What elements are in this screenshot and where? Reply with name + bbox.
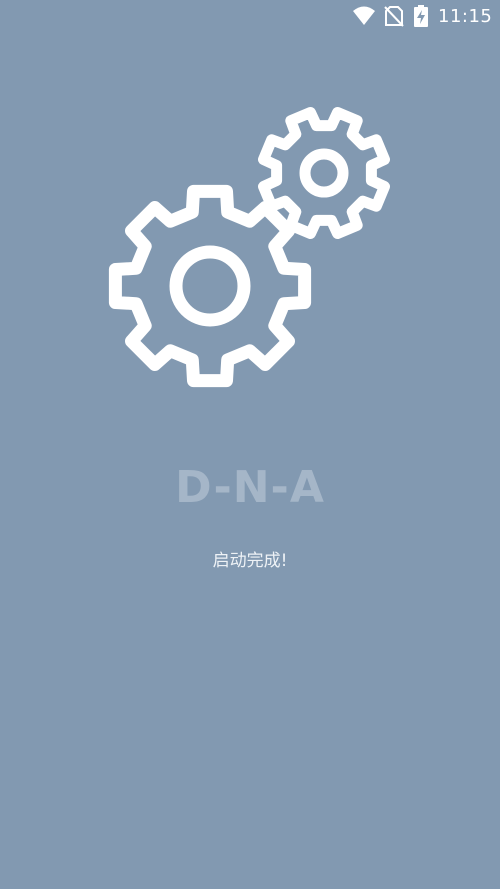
gear-hole xyxy=(299,148,349,198)
large-gear-icon xyxy=(108,184,312,388)
gear-outline xyxy=(108,184,312,388)
app-name: D-N-A xyxy=(175,462,325,513)
gear-hole xyxy=(169,245,251,327)
startup-status-message: 启动完成! xyxy=(212,551,288,571)
gears-icon xyxy=(108,107,390,388)
